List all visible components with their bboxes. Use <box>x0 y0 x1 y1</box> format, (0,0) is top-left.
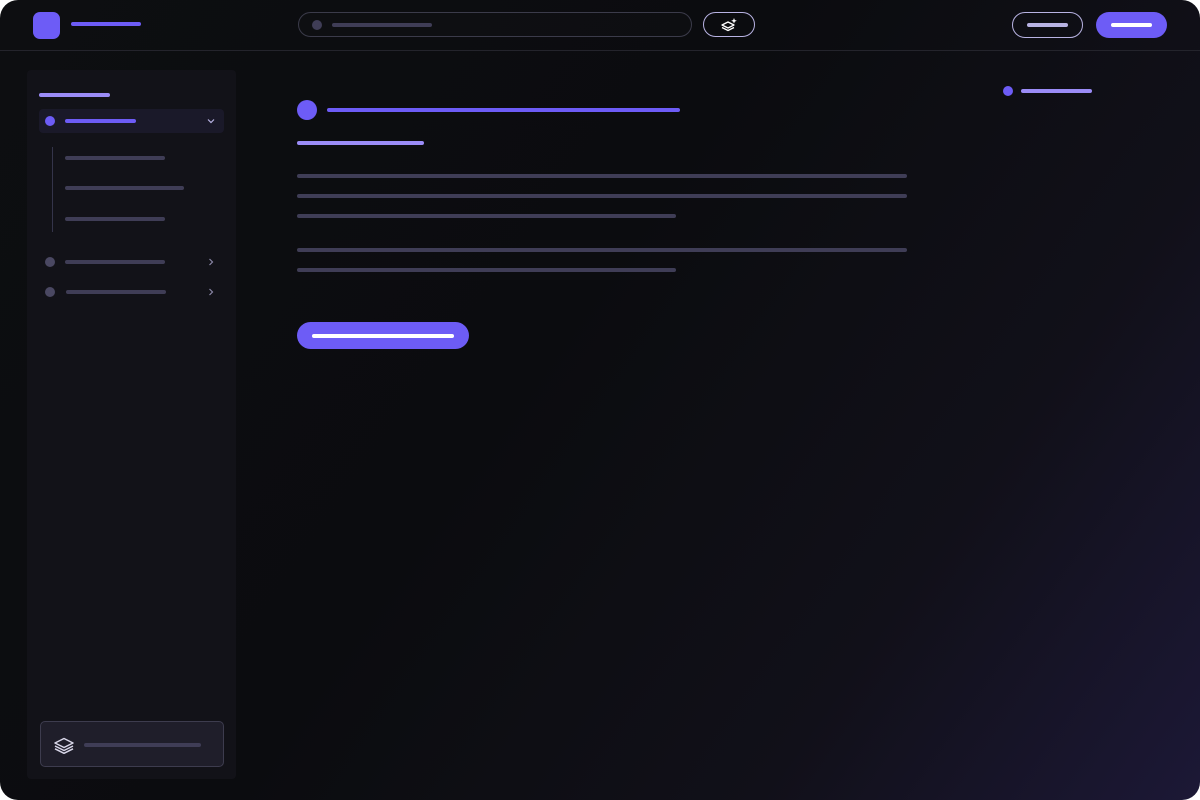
sidebar-item-label <box>66 290 166 294</box>
submenu-item[interactable] <box>65 156 165 160</box>
brand-name-placeholder[interactable] <box>71 22 141 26</box>
primary-action-button[interactable] <box>297 322 469 349</box>
text-line <box>297 194 907 198</box>
page-title-icon <box>297 100 317 120</box>
table-of-contents <box>1000 80 1180 110</box>
signup-button-label <box>1111 23 1152 27</box>
submenu-guide-line <box>52 147 53 232</box>
sidebar-heading <box>39 93 110 97</box>
search-input[interactable] <box>298 12 692 37</box>
toc-item[interactable] <box>1021 89 1092 93</box>
top-bar <box>0 0 1200 51</box>
sidebar-footer-card[interactable] <box>40 721 224 767</box>
sidebar-item-active[interactable] <box>39 109 224 133</box>
signup-button[interactable] <box>1096 12 1167 38</box>
text-line <box>297 268 676 272</box>
sidebar-item[interactable] <box>39 280 224 304</box>
chevron-down-icon[interactable] <box>205 115 217 127</box>
ai-assistant-button[interactable] <box>703 12 755 37</box>
chevron-right-icon[interactable] <box>205 256 217 268</box>
sidebar-item-icon <box>45 116 55 126</box>
login-button[interactable] <box>1012 12 1083 38</box>
text-line <box>297 248 907 252</box>
app-window <box>0 0 1200 800</box>
sidebar-item-icon <box>45 257 55 267</box>
layers-icon <box>54 737 74 755</box>
search-icon <box>312 20 322 30</box>
text-line <box>297 174 907 178</box>
primary-action-button-label <box>312 334 454 338</box>
sidebar-item-icon <box>45 287 55 297</box>
chevron-right-icon[interactable] <box>205 286 217 298</box>
submenu-item[interactable] <box>65 217 165 221</box>
sidebar-footer-label <box>84 743 201 747</box>
page-subtitle <box>297 141 424 145</box>
page-title <box>327 108 680 112</box>
sparkle-layers-icon <box>721 17 737 31</box>
sidebar-item-label <box>65 260 165 264</box>
sidebar-item[interactable] <box>39 250 224 274</box>
search-placeholder <box>332 23 432 27</box>
sidebar <box>27 70 236 779</box>
login-button-label <box>1027 23 1068 27</box>
logo[interactable] <box>33 12 60 39</box>
submenu-item[interactable] <box>65 186 184 190</box>
toc-item-icon <box>1003 86 1013 96</box>
text-line <box>297 214 676 218</box>
sidebar-item-label <box>65 119 136 123</box>
main-content <box>250 51 990 791</box>
